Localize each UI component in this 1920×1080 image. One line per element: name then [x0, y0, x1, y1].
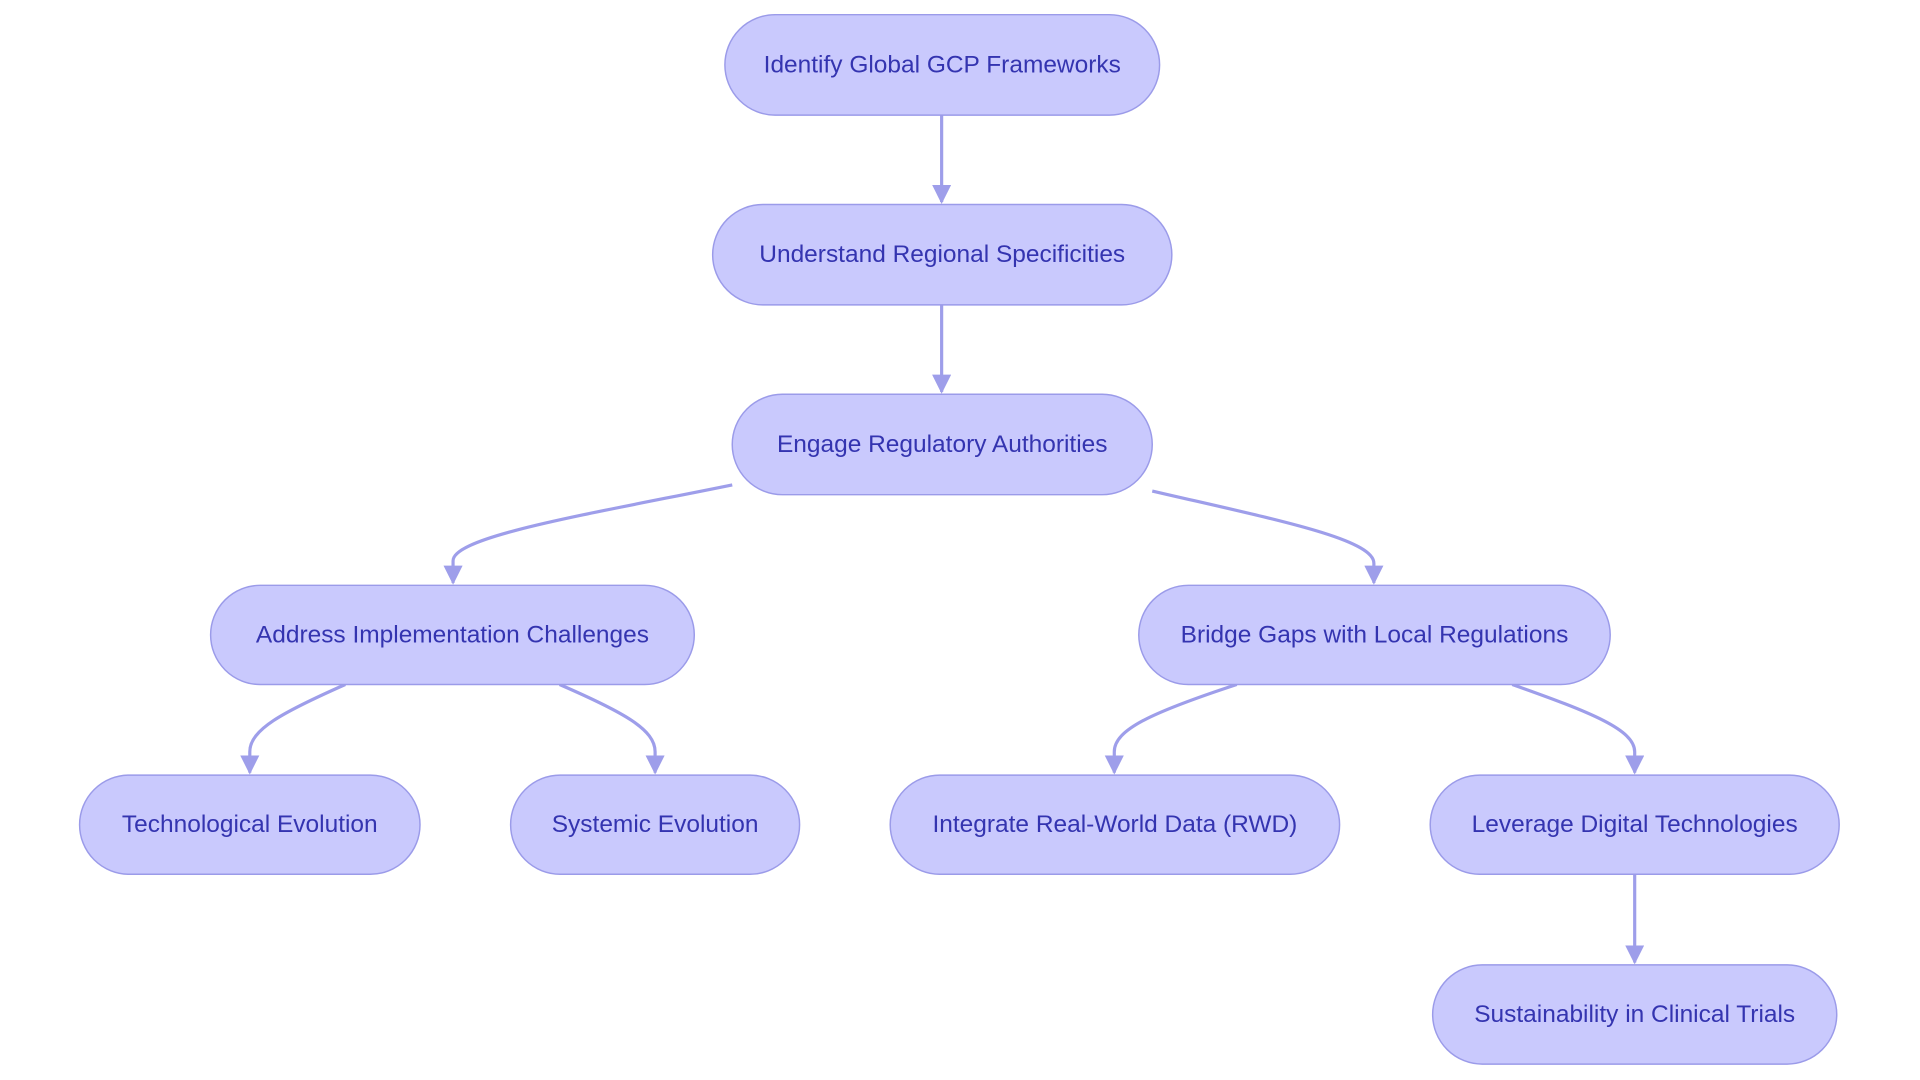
node-label: Identify Global GCP Frameworks [764, 51, 1121, 78]
edge-n3-n5 [1151, 489, 1384, 585]
node-bridge-gaps-with-local-regulations: Bridge Gaps with Local Regulations [1138, 584, 1611, 686]
node-sustainability-in-clinical-trials: Sustainability in Clinical Trials [1431, 964, 1838, 1065]
node-engage-regulatory-authorities: Engage Regulatory Authorities [731, 393, 1153, 496]
edge-n4-n7 [558, 683, 665, 775]
node-label: Address Implementation Challenges [256, 621, 649, 648]
node-label: Engage Regulatory Authorities [777, 431, 1108, 458]
node-understand-regional-specificities: Understand Regional Specificities [711, 203, 1173, 306]
edge-n5-n8 [1104, 682, 1238, 775]
edge-n5-n9 [1511, 682, 1645, 775]
node-label: Leverage Digital Technologies [1472, 811, 1798, 838]
edge-n4-n6 [240, 683, 346, 775]
node-label: Systemic Evolution [552, 811, 759, 838]
node-label: Integrate Real-World Data (RWD) [932, 811, 1297, 838]
node-technological-evolution: Technological Evolution [78, 774, 421, 876]
node-systemic-evolution: Systemic Evolution [509, 774, 801, 876]
node-integrate-real-world-data: Integrate Real-World Data (RWD) [889, 774, 1341, 876]
flowchart: Identify Global GCP Frameworks Understan… [78, 13, 1840, 1065]
node-label: Bridge Gaps with Local Regulations [1181, 621, 1569, 648]
node-label: Technological Evolution [122, 811, 378, 838]
node-leverage-digital-technologies: Leverage Digital Technologies [1429, 774, 1840, 876]
edge-n3-n4 [443, 483, 733, 585]
node-label: Understand Regional Specificities [759, 241, 1125, 268]
node-address-implementation-challenges: Address Implementation Challenges [209, 584, 696, 686]
node-identify-global-gcp-frameworks: Identify Global GCP Frameworks [724, 13, 1161, 116]
node-label: Sustainability in Clinical Trials [1474, 1001, 1795, 1028]
